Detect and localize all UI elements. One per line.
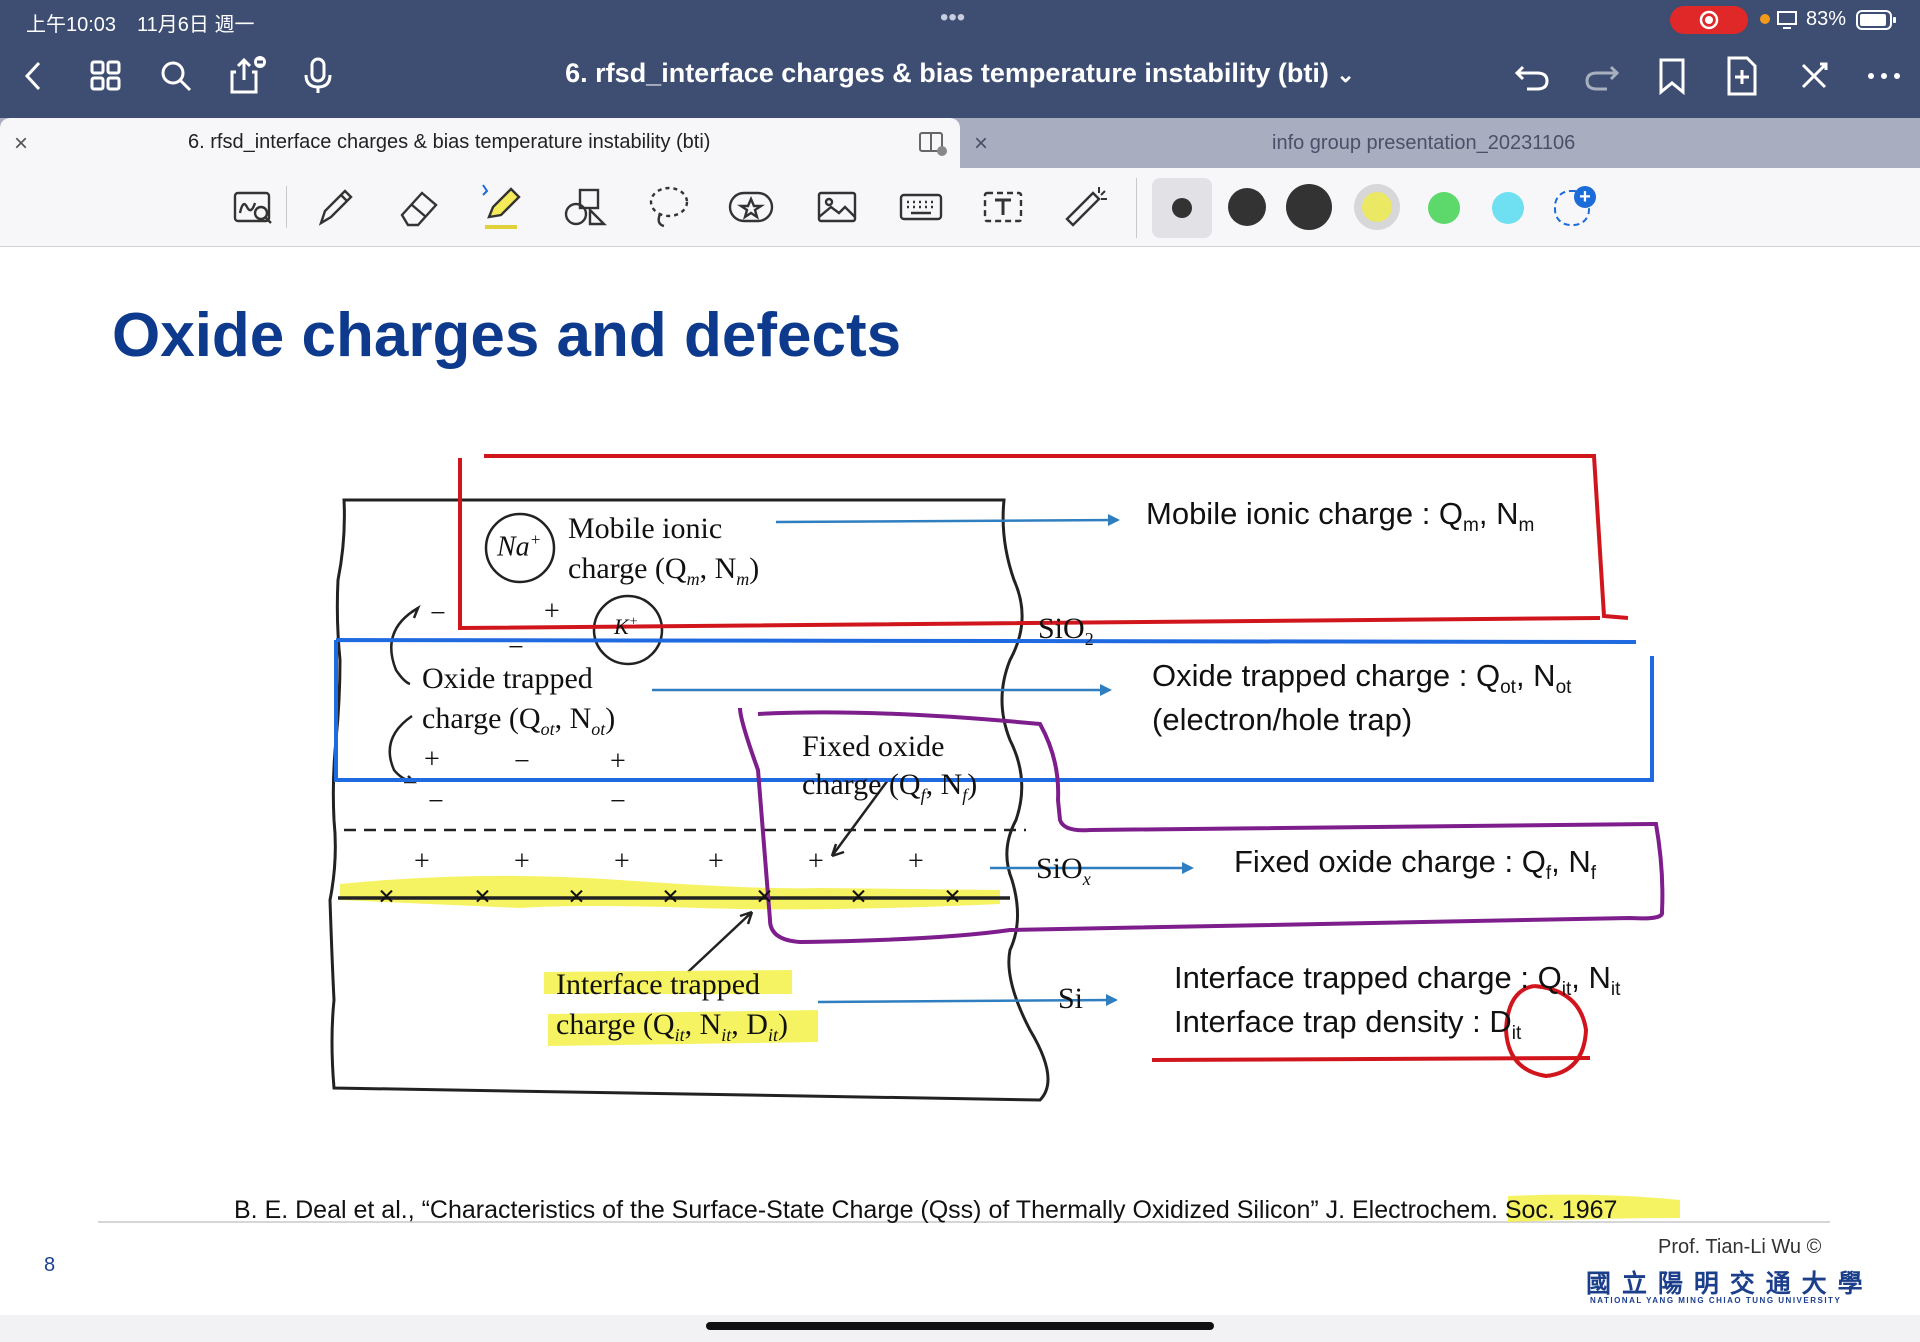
home-indicator[interactable] <box>706 1322 1214 1330</box>
mobile-charge-label: Mobile ionic charge : Qm, Nm <box>1146 496 1535 537</box>
trap-arrow-lower <box>388 714 415 784</box>
fixed-oxide-label: Fixed oxide charge : Qf, Nf <box>1234 844 1597 885</box>
mobile-charge-line2: charge (Qm, Nm) <box>568 552 760 589</box>
plus-sign: + <box>424 744 440 775</box>
interface-trap-cross: × <box>944 880 962 913</box>
interface-trap-density-label: Interface trap density : Dit <box>1174 1004 1522 1045</box>
oxide-trapped-label: Oxide trapped charge : Qot, Not <box>1152 658 1572 699</box>
interface-trap-cross: × <box>662 880 680 913</box>
page-number: 8 <box>44 1254 56 1276</box>
plus-sign: + <box>514 846 530 877</box>
si-label: Si <box>1058 982 1084 1015</box>
oxide-charges-diagram <box>98 454 1830 1223</box>
interface-trapped-label: Interface trapped charge : Qit, Nit <box>1174 960 1621 1001</box>
fixed-oxide-line2: charge (Qf, Nf) <box>802 768 978 805</box>
trap-arrow-upper <box>390 606 419 686</box>
minus-sign: − <box>430 598 446 629</box>
interface-trap-cross: × <box>850 880 868 913</box>
university-logo-cn: 國 立 陽 明 交 通 大 學 <box>1586 1270 1865 1298</box>
university-logo-en: NATIONAL YANG MING CHIAO TUNG UNIVERSITY <box>1590 1296 1842 1305</box>
plus-sign: + <box>414 846 430 877</box>
arrow-mobile <box>775 518 1119 524</box>
plus-sign: + <box>614 846 630 877</box>
siox-label: SiOx <box>1036 852 1091 889</box>
oxide-trapped-line2: charge (Qot, Not) <box>422 702 616 739</box>
interface-trap-cross: × <box>474 880 492 913</box>
plus-sign: + <box>808 846 824 877</box>
plus-sign: + <box>708 846 724 877</box>
interface-trapped-line2: charge (Qit, Nit, Dit) <box>556 1008 788 1045</box>
k-ion-label: K+ <box>614 614 639 639</box>
plus-sign: + <box>544 596 560 627</box>
plus-sign: + <box>908 846 924 877</box>
electron-hole-trap-label: (electron/hole trap) <box>1152 702 1413 737</box>
reference-citation: B. E. Deal et al., “Characteristics of t… <box>234 1196 1618 1224</box>
interface-charge-arrow <box>687 911 753 973</box>
interface-trap-cross: × <box>378 880 396 913</box>
interface-trap-cross: × <box>568 880 586 913</box>
interface-trap-cross: × <box>756 880 774 913</box>
sio2-label: SiO2 <box>1038 612 1094 649</box>
trap-arrow-upper-head <box>411 604 421 619</box>
author-credit: Prof. Tian-Li Wu © <box>1658 1236 1822 1258</box>
minus-sign: − <box>428 786 444 817</box>
red-underline <box>1151 1056 1591 1062</box>
minus-sign: − <box>514 746 530 777</box>
mobile-charge-line1: Mobile ionic <box>568 512 723 545</box>
na-ion-label: Na+ <box>497 530 542 563</box>
fixed-oxide-line1: Fixed oxide <box>802 730 945 763</box>
plus-sign: + <box>610 746 626 777</box>
interface-trapped-line1: Interface trapped <box>556 968 761 1001</box>
minus-sign: − <box>610 786 626 817</box>
oxide-trapped-line1: Oxide trapped <box>422 662 593 695</box>
minus-sign: − <box>508 632 524 663</box>
